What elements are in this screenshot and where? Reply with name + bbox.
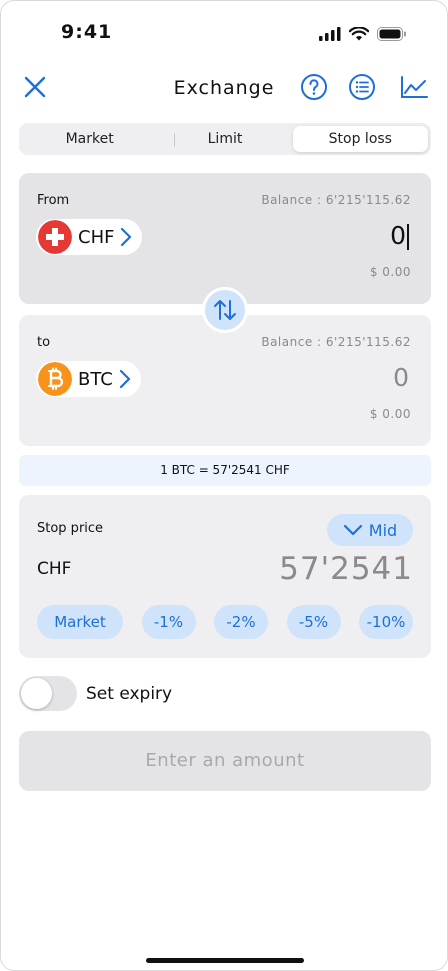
stop-price-presets: Market -1% -2% -5% -10% — [37, 605, 413, 639]
from-balance: Balance : 6'215'115.62 — [261, 193, 411, 207]
swap-button[interactable] — [202, 287, 248, 333]
from-amount-value: 0 — [390, 221, 406, 250]
chevron-right-icon — [121, 227, 132, 247]
from-card: From Balance : 6'215'115.62 CHF 0 $ 0.00 — [19, 173, 431, 304]
help-button[interactable] — [300, 73, 328, 101]
stop-price-currency: CHF — [37, 559, 72, 579]
bitcoin-icon — [38, 362, 72, 396]
from-label: From — [37, 193, 70, 208]
mid-price-label: Mid — [368, 520, 398, 540]
battery-icon — [377, 27, 406, 41]
phone-frame: 9:41 Exchange Market Limit Stop loss Fro… — [0, 0, 448, 971]
status-time: 9:41 — [61, 21, 113, 43]
tab-market[interactable]: Market — [22, 126, 157, 152]
preset-market-button[interactable]: Market — [37, 605, 123, 639]
status-icons — [319, 27, 407, 41]
page-title: Exchange — [173, 77, 275, 99]
status-bar: 9:41 — [1, 1, 447, 61]
preset-minus-10-button[interactable]: -10% — [359, 605, 413, 639]
header: Exchange — [1, 67, 447, 111]
swap-arrows-icon — [214, 300, 236, 320]
list-icon — [349, 74, 375, 100]
help-icon — [301, 74, 327, 100]
to-amount-value: 0 — [393, 363, 409, 392]
chart-button[interactable] — [399, 73, 428, 101]
swiss-flag-icon — [38, 220, 72, 254]
to-label: to — [37, 335, 51, 350]
from-currency-code: CHF — [78, 226, 115, 248]
to-card: to Balance : 6'215'115.62 BTC 0 $ 0.00 — [19, 315, 431, 446]
preset-minus-1-button[interactable]: -1% — [141, 605, 196, 639]
from-usd-value: $ 0.00 — [369, 265, 411, 279]
stop-price-input[interactable]: 57'2541 — [279, 551, 413, 587]
stop-price-label: Stop price — [37, 521, 104, 536]
from-currency-selector[interactable]: CHF — [36, 219, 143, 255]
chevron-right-icon — [119, 369, 130, 389]
tab-stop-loss[interactable]: Stop loss — [292, 126, 428, 152]
preset-minus-2-button[interactable]: -2% — [214, 605, 268, 639]
orders-list-button[interactable] — [348, 73, 376, 101]
order-type-tabs: Market Limit Stop loss — [19, 123, 431, 155]
wifi-icon — [349, 27, 369, 41]
set-expiry-toggle[interactable] — [19, 676, 77, 711]
cellular-signal-icon — [319, 27, 341, 41]
to-balance: Balance : 6'215'115.62 — [261, 335, 411, 349]
mid-price-button[interactable]: Mid — [327, 514, 413, 546]
stop-price-card: Stop price Mid CHF 57'2541 Market -1% -2… — [19, 495, 431, 658]
enter-amount-button[interactable]: Enter an amount — [19, 731, 431, 791]
from-amount-input[interactable]: 0 — [390, 221, 409, 250]
chart-icon — [401, 76, 428, 98]
text-cursor — [407, 224, 409, 250]
tab-limit[interactable]: Limit — [157, 126, 292, 152]
to-currency-selector[interactable]: BTC — [36, 361, 141, 397]
exchange-rate: 1 BTC = 57'2541 CHF — [19, 455, 431, 486]
toggle-knob — [21, 678, 52, 709]
set-expiry-label: Set expiry — [86, 684, 173, 704]
chevron-down-icon — [343, 524, 362, 536]
to-currency-code: BTC — [78, 368, 113, 390]
to-usd-value: $ 0.00 — [369, 407, 411, 421]
home-indicator — [146, 958, 304, 963]
tab-divider — [174, 133, 175, 147]
preset-minus-5-button[interactable]: -5% — [286, 605, 341, 639]
